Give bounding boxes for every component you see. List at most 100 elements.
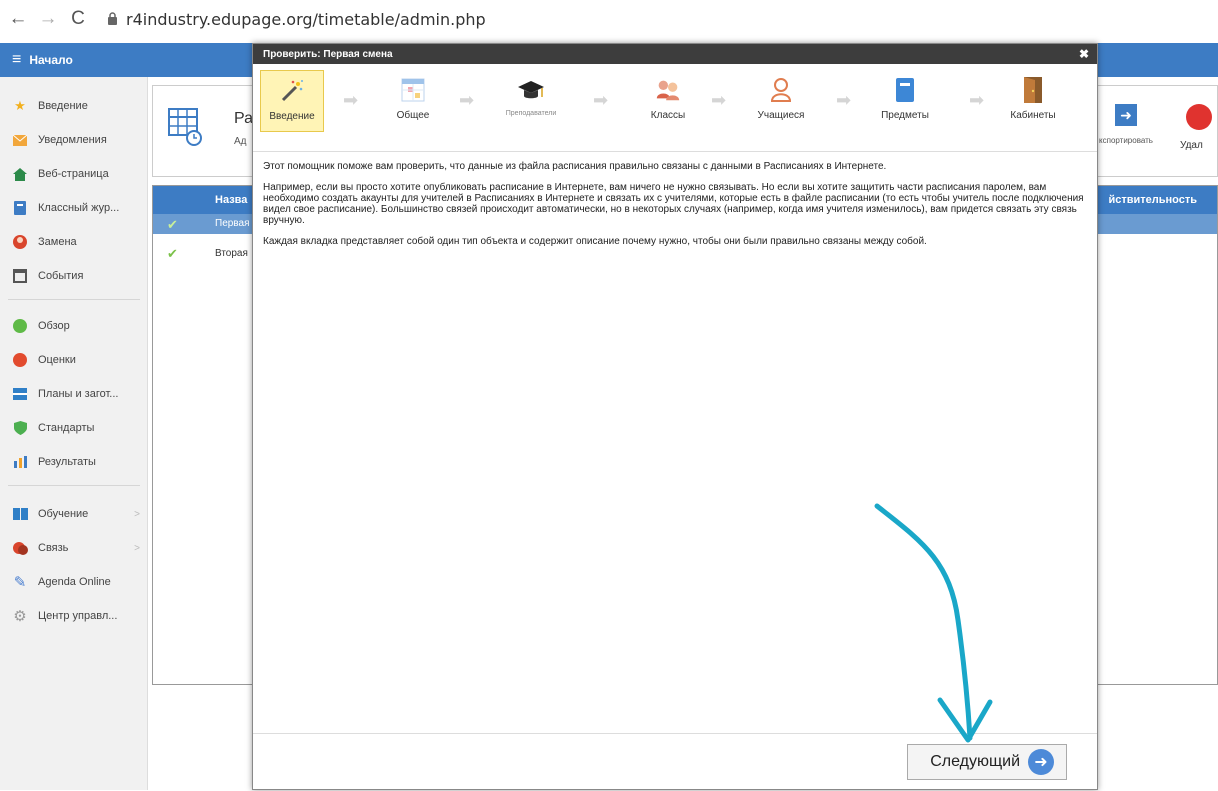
sidebar-item-label: Обучение <box>38 508 89 520</box>
close-icon[interactable]: ✖ <box>1079 47 1089 61</box>
sidebar-divider <box>8 299 140 300</box>
door-icon <box>1019 76 1047 104</box>
step-students[interactable]: Учащиеся <box>749 70 813 132</box>
dialog-body: Этот помощник поможе вам проверить, что … <box>263 161 1089 257</box>
sidebar-item-label: Связь <box>38 542 69 554</box>
tabs-paragraph: Каждая вкладка представляет собой один т… <box>263 236 927 247</box>
pen-icon: ✎ <box>13 574 27 591</box>
sidebar-divider <box>8 485 140 486</box>
sidebar-item-journal[interactable]: Классный жур... <box>0 191 148 225</box>
export-arrow-icon: ➜ <box>1115 104 1137 126</box>
home-icon <box>12 166 28 182</box>
check-icon: ✔ <box>167 246 178 261</box>
sidebar-item-standards[interactable]: Стандарты <box>0 411 148 445</box>
arrow-right-icon: ➡ <box>343 90 359 110</box>
sidebar-item-agenda[interactable]: ✎ Agenda Online <box>0 565 148 599</box>
class-group-icon <box>654 76 682 104</box>
sidebar-item-plans[interactable]: Планы и загот... <box>0 377 148 411</box>
home-menu-button[interactable]: ≡ Начало <box>0 43 148 77</box>
step-label: Введение <box>269 111 315 122</box>
chat-icon <box>12 540 28 556</box>
step-teachers[interactable]: Преподаватели <box>499 70 563 132</box>
back-arrow-icon[interactable]: ← <box>3 4 33 34</box>
delete-label: Удал <box>1180 140 1203 151</box>
bar-chart-icon <box>12 454 28 470</box>
lock-icon <box>107 10 118 29</box>
next-label: Следующий <box>930 753 1020 770</box>
sidebar-item-overview[interactable]: Обзор <box>0 309 148 343</box>
book-subject-icon <box>891 76 919 104</box>
sidebar-item-events[interactable]: События <box>0 259 148 293</box>
column-header-validity[interactable]: йствительность <box>1108 194 1197 206</box>
column-header-name[interactable]: Назва <box>215 194 247 206</box>
step-label: Классы <box>650 110 686 121</box>
sidebar-item-label: Замена <box>38 236 77 248</box>
dialog-footer: Следующий ➜ <box>253 733 1097 791</box>
grades-icon <box>12 352 28 368</box>
calendar-icon <box>12 268 28 284</box>
step-label: Преподаватели <box>505 110 557 117</box>
sidebar-item-control-center[interactable]: ⚙ Центр управл... <box>0 599 148 633</box>
dialog-titlebar: Проверить: Первая смена ✖ <box>253 44 1097 64</box>
step-general[interactable]: Общее <box>381 70 445 132</box>
step-subjects[interactable]: Предметы <box>873 70 937 132</box>
sidebar-item-results[interactable]: Результаты <box>0 445 148 479</box>
grid-calendar-icon <box>399 76 427 104</box>
step-rooms[interactable]: Кабинеты <box>1001 70 1065 132</box>
page-subtitle: Ад <box>234 136 247 147</box>
sidebar-item-webpage[interactable]: Веб-страница <box>0 157 148 191</box>
plans-icon <box>12 386 28 402</box>
next-button[interactable]: Следующий ➜ <box>907 744 1067 780</box>
url-text: r4industry.edupage.org/timetable/admin.p… <box>126 9 486 29</box>
delete-button[interactable]: Удал <box>1180 96 1218 151</box>
page-title: Ра <box>234 110 254 127</box>
forward-arrow-icon[interactable]: → <box>33 4 63 34</box>
sidebar-item-grades[interactable]: Оценки <box>0 343 148 377</box>
sidebar-item-learning[interactable]: Обучение > <box>0 497 148 531</box>
reload-icon[interactable]: C <box>63 4 93 34</box>
sidebar: ★ Введение Уведомления Веб-страница Клас… <box>0 77 148 790</box>
sidebar-item-communication[interactable]: Связь > <box>0 531 148 565</box>
shield-icon <box>12 420 28 436</box>
step-label: Общее <box>396 110 430 121</box>
step-label: Учащиеся <box>757 110 805 121</box>
timetable-icon <box>168 108 202 146</box>
sidebar-item-notifications[interactable]: Уведомления <box>0 123 148 157</box>
export-label: кспортировать <box>1099 136 1153 145</box>
sidebar-item-label: Результаты <box>38 456 96 468</box>
step-classes[interactable]: Классы <box>636 70 700 132</box>
home-label: Начало <box>29 53 73 67</box>
address-bar[interactable]: r4industry.edupage.org/timetable/admin.p… <box>107 10 486 29</box>
sidebar-item-substitution[interactable]: Замена <box>0 225 148 259</box>
arrow-right-icon: ➡ <box>711 90 727 110</box>
intro-paragraph: Этот помощник поможе вам проверить, что … <box>263 161 887 172</box>
step-label: Предметы <box>881 110 929 121</box>
wizard-steps: Введение ➡ Общее ➡ Преподаватели ➡ Класс… <box>253 64 1097 152</box>
dialog-title: Проверить: Первая смена <box>263 48 393 60</box>
sidebar-item-label: Классный жур... <box>38 202 120 214</box>
sidebar-item-label: Стандарты <box>38 422 95 434</box>
chevron-right-icon: > <box>134 508 140 520</box>
arrow-right-icon: ➡ <box>459 90 475 110</box>
arrow-right-icon: ➡ <box>593 90 609 110</box>
delete-icon <box>1186 104 1212 130</box>
description-paragraph: Например, если вы просто хотите опублико… <box>263 182 1084 226</box>
sidebar-item-label: Оценки <box>38 354 76 366</box>
arrow-right-icon: ➡ <box>969 90 985 110</box>
arrow-right-icon: ➡ <box>836 90 852 110</box>
star-icon: ★ <box>14 98 26 113</box>
check-icon: ✔ <box>167 217 178 232</box>
sidebar-item-label: Введение <box>38 100 88 112</box>
step-label: Кабинеты <box>1010 110 1056 121</box>
step-intro[interactable]: Введение <box>260 70 324 132</box>
sidebar-item-label: Уведомления <box>38 134 107 146</box>
table-cell: Первая <box>215 218 250 229</box>
sidebar-item-intro[interactable]: ★ Введение <box>0 89 148 123</box>
gear-icon: ⚙ <box>13 608 27 625</box>
check-wizard-dialog: Проверить: Первая смена ✖ Введение ➡ Общ… <box>252 43 1098 790</box>
book-icon <box>12 506 28 522</box>
sidebar-item-label: Центр управл... <box>38 610 118 622</box>
magic-wand-icon <box>278 77 306 105</box>
person-icon <box>12 234 28 250</box>
export-button[interactable]: ➜ кспортировать <box>1096 96 1156 145</box>
